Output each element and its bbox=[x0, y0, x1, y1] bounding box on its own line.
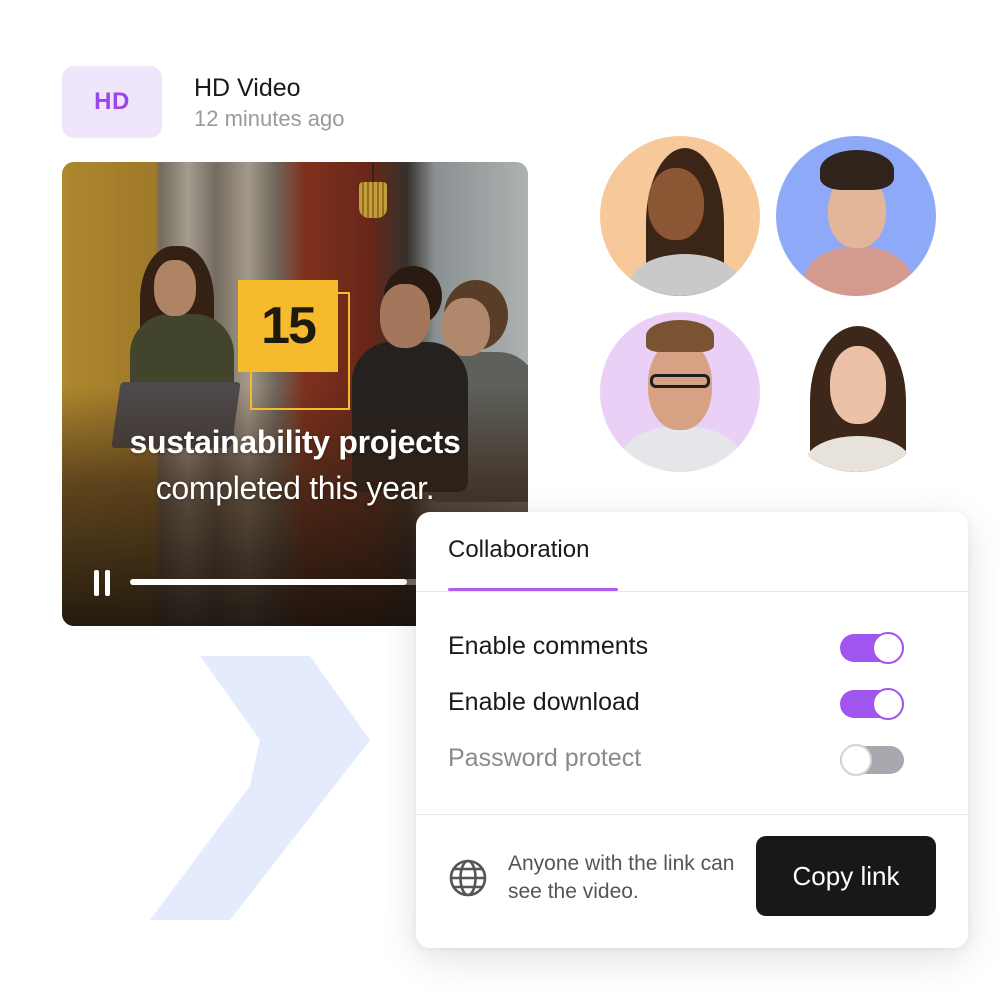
setting-label-download: Enable download bbox=[448, 688, 640, 716]
video-timestamp: 12 minutes ago bbox=[194, 106, 345, 131]
copy-link-button[interactable]: Copy link bbox=[756, 836, 936, 916]
globe-icon bbox=[449, 859, 487, 897]
setting-label-password: Password protect bbox=[448, 744, 642, 772]
avatar bbox=[600, 312, 760, 472]
pause-icon[interactable] bbox=[92, 570, 112, 596]
progress-fill bbox=[130, 579, 408, 585]
video-headline: sustainability projects bbox=[129, 424, 461, 460]
toggle-password[interactable] bbox=[840, 744, 904, 776]
share-description: Anyone with the link can see the video. bbox=[508, 852, 735, 903]
stage: HD HD Video 12 minutes ago 15 sustainabi… bbox=[0, 0, 1000, 1000]
tab-collaboration[interactable]: Collaboration bbox=[448, 536, 589, 564]
divider bbox=[416, 814, 968, 815]
video-title: HD Video bbox=[194, 74, 301, 102]
chevron-decoration bbox=[150, 656, 370, 920]
stat-number: 15 bbox=[261, 297, 317, 355]
stat-box: 15 bbox=[238, 280, 338, 372]
collaboration-panel: Collaboration Enable comments Enable dow… bbox=[416, 512, 968, 948]
avatar bbox=[776, 312, 936, 472]
toggle-download[interactable] bbox=[840, 688, 904, 720]
avatar bbox=[776, 136, 936, 296]
toggle-comments[interactable] bbox=[840, 632, 904, 664]
setting-label-comments: Enable comments bbox=[448, 632, 649, 660]
avatar bbox=[600, 136, 760, 296]
divider bbox=[416, 591, 968, 592]
hd-badge: HD bbox=[62, 66, 162, 138]
video-subline: completed this year. bbox=[155, 470, 435, 506]
